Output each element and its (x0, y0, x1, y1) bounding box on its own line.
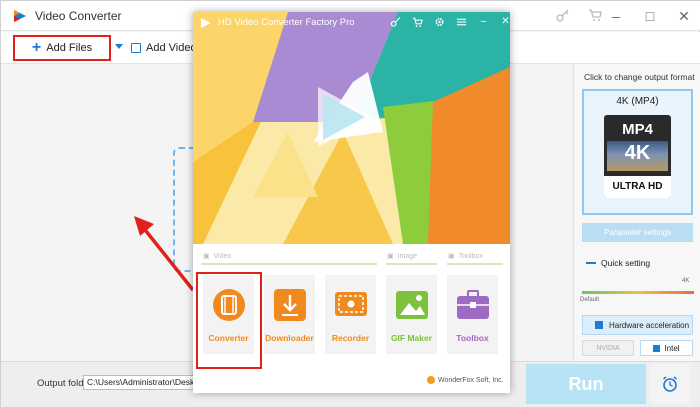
mp4-4k-format-icon: MP4 4K ULTRA HD (604, 115, 671, 198)
image-section-divider (386, 263, 437, 265)
format-icon-mid: 4K (624, 142, 651, 164)
output-folder-field[interactable]: C:\Users\Administrator\Desktop (83, 375, 198, 390)
video-section-label: Video (213, 252, 232, 260)
toolbox-section-divider (447, 263, 503, 265)
minimize-button[interactable]: – (599, 8, 633, 24)
plus-icon: + (31, 39, 42, 56)
quick-setting-label: Quick setting (586, 258, 650, 268)
slider-default-label: Default (580, 297, 600, 303)
title-tools (556, 8, 602, 22)
section-video: ▣ Video (203, 252, 232, 261)
close-button[interactable]: ✕ (500, 16, 510, 28)
gif-maker-label: GIF Maker (390, 333, 433, 343)
alarm-clock-icon (663, 376, 677, 392)
section-toolbox: ▣ Toolbox (448, 252, 483, 261)
screen: Video Converter – □ ✕ + Add Files Add Vi… (0, 0, 700, 407)
section-image: ▣ Image (387, 252, 418, 261)
nvidia-option[interactable]: NVIDIA (582, 340, 634, 356)
add-files-button[interactable]: + Add Files (13, 35, 111, 61)
cart-icon[interactable] (412, 16, 423, 28)
maximize-button[interactable]: □ (633, 8, 667, 24)
image-section-icon: ▣ (387, 253, 394, 260)
alarm-clock-button[interactable] (650, 364, 690, 404)
toolbox-label: Toolbox (456, 333, 489, 343)
hardware-acceleration-label: Hardware acceleration (609, 320, 690, 330)
video-section-icon: ▣ (203, 253, 210, 260)
annotation-arrow-icon (134, 216, 195, 292)
recorder-label: Recorder (331, 333, 370, 343)
converter-highlight (196, 272, 262, 369)
hd-window-title: HD Video Converter Factory Pro (218, 17, 355, 28)
parameter-settings-button[interactable]: Parameter settings (582, 223, 693, 242)
quick-setting-text: Quick setting (601, 258, 651, 268)
format-name: 4K (MP4) (616, 96, 659, 107)
key-icon[interactable] (390, 16, 401, 28)
intel-option[interactable]: Intel (640, 340, 693, 356)
intel-check-icon (653, 344, 661, 352)
quick-setting-icon (586, 262, 596, 264)
quality-slider[interactable] (582, 291, 694, 294)
toolbox-tile[interactable]: Toolbox (447, 275, 498, 354)
toolbox-icon (456, 290, 489, 319)
slider-max-label: 4K (682, 278, 690, 284)
toolbox-section-icon: ▣ (448, 253, 455, 260)
window-controls: – □ ✕ (599, 1, 700, 31)
screen-record-icon (334, 292, 367, 316)
video-section-divider (201, 263, 377, 265)
wonderfox-logo-icon (427, 376, 435, 384)
intel-label: Intel (664, 343, 680, 353)
recorder-tile[interactable]: Recorder (325, 275, 376, 354)
window-title: Video Converter (35, 9, 122, 23)
format-icon-top: MP4 (622, 121, 653, 138)
image-icon (395, 291, 428, 319)
minimize-button[interactable]: – (478, 16, 489, 28)
image-section-label: Image (397, 252, 418, 260)
footer-label: WonderFox Soft, Inc. (438, 376, 504, 384)
checkbox-icon (595, 321, 603, 329)
hd-app-logo-icon (201, 18, 211, 28)
folder-icon (131, 43, 141, 53)
downloader-tile[interactable]: Downloader (264, 275, 315, 354)
format-hint: Click to change output format (584, 72, 695, 82)
output-format-panel: Click to change output format 4K (MP4) M… (573, 64, 700, 361)
hd-title-tools: – ✕ (390, 16, 510, 28)
footer: WonderFox Soft, Inc. (427, 376, 504, 384)
banner-graphic (193, 12, 510, 244)
nvidia-label: NVIDIA (596, 344, 620, 352)
hd-video-converter-window: HD Video Converter Factory Pro – ✕ ▣ Vid… (193, 12, 510, 393)
hd-title-bar: HD Video Converter Factory Pro – ✕ (193, 12, 510, 34)
close-button[interactable]: ✕ (667, 8, 700, 25)
gif-maker-tile[interactable]: GIF Maker (386, 275, 437, 354)
key-icon[interactable] (556, 8, 570, 22)
menu-icon[interactable] (456, 16, 467, 28)
run-button[interactable]: Run (526, 364, 646, 404)
add-files-dropdown-icon[interactable] (115, 44, 123, 49)
downloader-label: Downloader (265, 333, 314, 343)
gear-icon[interactable] (434, 16, 445, 28)
hardware-acceleration-toggle[interactable]: Hardware acceleration (582, 315, 693, 335)
output-format-selector[interactable]: 4K (MP4) MP4 4K ULTRA HD (582, 89, 693, 215)
download-icon (273, 289, 306, 321)
format-icon-bottom: ULTRA HD (604, 176, 671, 198)
add-files-label: Add Files (46, 42, 93, 54)
parameter-settings-label: Parameter settings (604, 228, 672, 237)
toolbox-section-label: Toolbox (458, 252, 483, 260)
app-logo-icon (14, 10, 26, 22)
